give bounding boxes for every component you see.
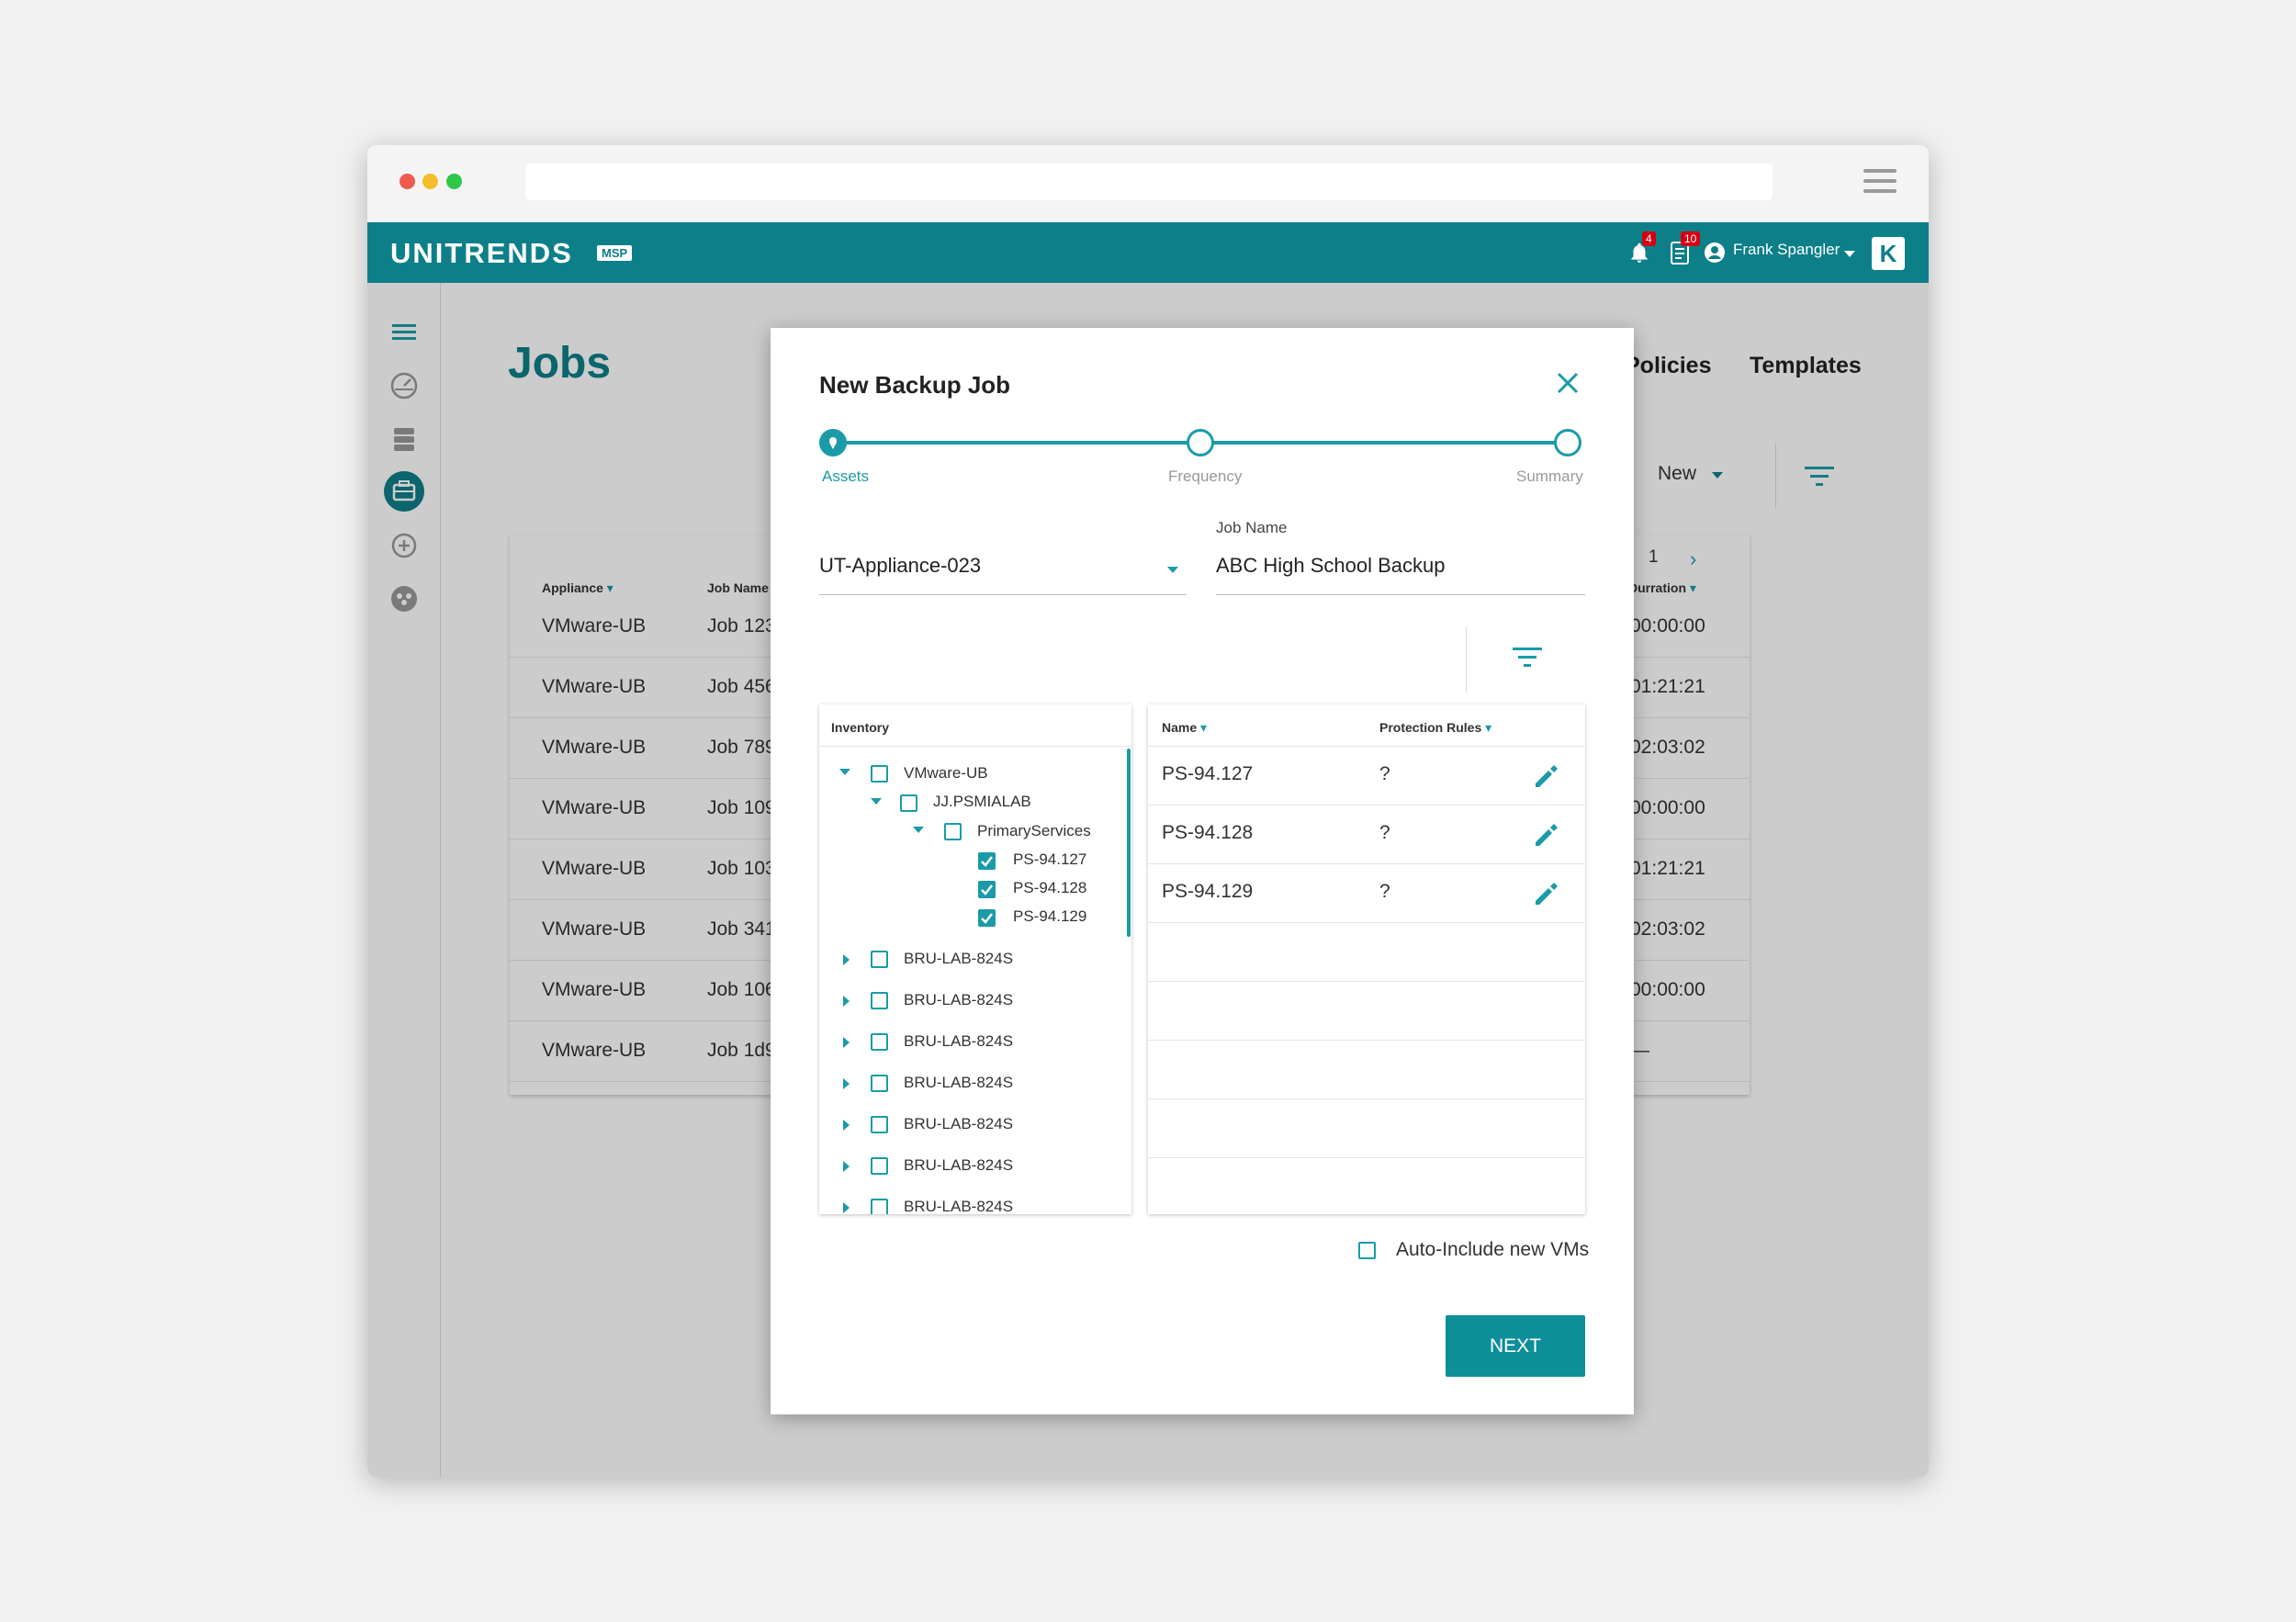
step-summary[interactable] <box>1554 429 1581 456</box>
step-label-frequency: Frequency <box>1168 467 1243 485</box>
tree-item[interactable]: BRU-LAB-824S <box>904 1115 1013 1133</box>
k-logo[interactable]: K <box>1872 237 1905 270</box>
new-backup-job-modal: New Backup Job Assets Frequency Summary … <box>771 328 1634 1414</box>
job-name-label: Job Name <box>1216 519 1288 536</box>
expand-vmware-ub-icon[interactable] <box>839 769 850 775</box>
empty-row <box>1148 1099 1585 1158</box>
user-name[interactable]: Frank Spangler <box>1733 241 1840 259</box>
tree-item-vmware-ub[interactable]: VMware-UB <box>904 764 988 783</box>
inventory-panel: Inventory VMware-UB JJ.PSMIALAB PrimaryS… <box>819 704 1131 1214</box>
checkbox-ps-94-129[interactable] <box>978 909 996 927</box>
tree-item[interactable]: BRU-LAB-824S <box>904 991 1013 1009</box>
checkbox-jjpsmialab[interactable] <box>900 794 917 812</box>
user-menu-chevron-icon[interactable] <box>1844 251 1855 257</box>
filter-icon[interactable] <box>1513 646 1542 670</box>
checkbox-tree-item[interactable] <box>871 992 888 1009</box>
expand-icon[interactable] <box>843 1037 850 1048</box>
column-header-name[interactable]: Name ▾ <box>1162 720 1207 736</box>
checkbox-ps-94-128[interactable] <box>978 881 996 898</box>
checkbox-tree-item[interactable] <box>871 1033 888 1051</box>
step-assets[interactable] <box>819 429 847 456</box>
browser-menu-icon[interactable] <box>1863 169 1896 197</box>
checkbox-primaryservices[interactable] <box>944 823 962 840</box>
checkbox-ps-94-127[interactable] <box>978 852 996 870</box>
inventory-scrollbar[interactable] <box>1127 749 1131 937</box>
tree-item[interactable]: BRU-LAB-824S <box>904 950 1013 968</box>
tree-item[interactable]: BRU-LAB-824S <box>904 1198 1013 1214</box>
expand-icon[interactable] <box>843 1120 850 1131</box>
expand-primaryservices-icon[interactable] <box>913 827 924 833</box>
close-window-dot[interactable] <box>400 174 415 189</box>
expand-icon[interactable] <box>843 1161 850 1172</box>
auto-include-label[interactable]: Auto-Include new VMs <box>1396 1239 1589 1261</box>
expand-icon[interactable] <box>843 996 850 1007</box>
job-name-field[interactable]: ABC High School Backup <box>1216 554 1585 600</box>
expand-icon[interactable] <box>843 954 850 965</box>
tree-item-ps-94-128[interactable]: PS-94.128 <box>1013 879 1086 897</box>
user-icon[interactable] <box>1704 242 1726 264</box>
expand-jjpsmialab-icon[interactable] <box>871 798 882 805</box>
column-header-protection-rules[interactable]: Protection Rules ▾ <box>1379 720 1491 736</box>
empty-row <box>1148 923 1585 982</box>
edit-icon[interactable] <box>1532 881 1558 907</box>
selected-assets-grid: Name ▾ Protection Rules ▾ PS-94.127 ? PS… <box>1148 704 1585 1214</box>
filter-divider <box>1466 626 1467 693</box>
appliance-select[interactable]: UT-Appliance-023 <box>819 554 1187 600</box>
checkbox-tree-item[interactable] <box>871 1157 888 1175</box>
empty-row <box>1148 1041 1585 1099</box>
close-icon[interactable] <box>1551 366 1584 400</box>
checkbox-tree-item[interactable] <box>871 1075 888 1092</box>
app-header: UNITRENDS MSP 4 10 Frank Spangler K <box>367 222 1929 283</box>
unitrends-logo: UNITRENDS <box>390 237 573 269</box>
inventory-header: Inventory <box>831 720 890 735</box>
notification-count-badge: 4 <box>1642 231 1656 246</box>
tasks-count-badge: 10 <box>1681 231 1701 246</box>
tree-item[interactable]: BRU-LAB-824S <box>904 1032 1013 1051</box>
maximize-window-dot[interactable] <box>446 174 462 189</box>
step-frequency[interactable] <box>1187 429 1214 456</box>
empty-row <box>1148 982 1585 1041</box>
minimize-window-dot[interactable] <box>422 174 438 189</box>
expand-icon[interactable] <box>843 1078 850 1089</box>
table-row[interactable]: PS-94.128 ? <box>1148 805 1585 864</box>
tree-item-jjpsmialab[interactable]: JJ.PSMIALAB <box>933 793 1031 811</box>
step-label-assets: Assets <box>822 467 870 485</box>
chevron-down-icon[interactable] <box>1167 567 1178 573</box>
msp-badge: MSP <box>597 245 633 261</box>
tree-item-ps-94-127[interactable]: PS-94.127 <box>1013 850 1086 869</box>
browser-chrome <box>367 145 1929 222</box>
tree-item-primaryservices[interactable]: PrimaryServices <box>977 822 1091 840</box>
table-row[interactable]: PS-94.129 ? <box>1148 864 1585 923</box>
checkbox-tree-item[interactable] <box>871 1116 888 1133</box>
tree-item[interactable]: BRU-LAB-824S <box>904 1156 1013 1175</box>
appliance-select-value: UT-Appliance-023 <box>819 554 982 577</box>
step-label-summary: Summary <box>1516 467 1583 485</box>
auto-include-checkbox[interactable] <box>1358 1242 1376 1259</box>
tree-item-ps-94-129[interactable]: PS-94.129 <box>1013 907 1086 926</box>
tree-item[interactable]: BRU-LAB-824S <box>904 1074 1013 1092</box>
table-row[interactable]: PS-94.127 ? <box>1148 747 1585 805</box>
edit-icon[interactable] <box>1532 763 1558 789</box>
expand-icon[interactable] <box>843 1202 850 1213</box>
job-name-value: ABC High School Backup <box>1216 554 1446 577</box>
next-button[interactable]: NEXT <box>1446 1315 1585 1377</box>
edit-icon[interactable] <box>1532 822 1558 848</box>
modal-title: New Backup Job <box>819 371 1011 399</box>
checkbox-tree-item[interactable] <box>871 1199 888 1214</box>
checkbox-vmware-ub[interactable] <box>871 765 888 783</box>
checkbox-tree-item[interactable] <box>871 951 888 968</box>
url-bar[interactable] <box>525 163 1773 200</box>
grid-header-row <box>1148 704 1585 747</box>
